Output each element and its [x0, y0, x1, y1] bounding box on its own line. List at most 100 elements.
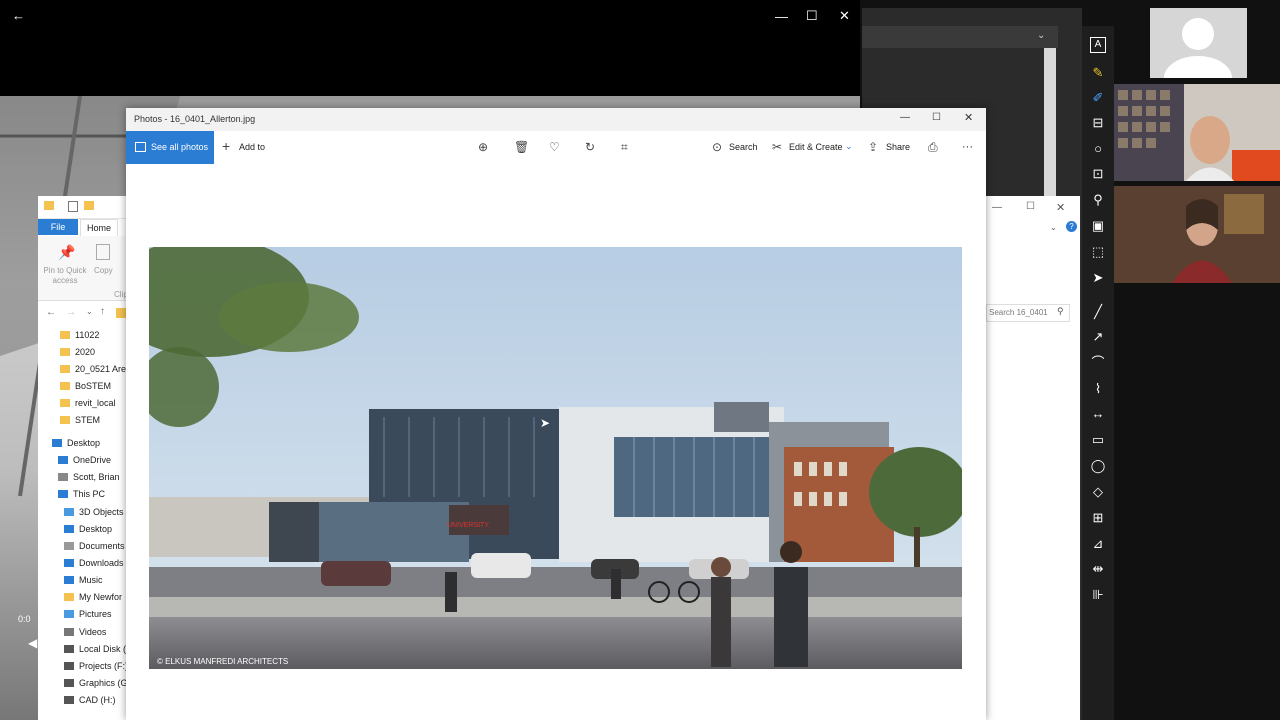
edit-create-icon[interactable]: ✂ [772, 140, 782, 154]
window-title: Photos - 16_0401_Allerton.jpg [134, 114, 256, 124]
photos-icon [135, 142, 146, 152]
pen-tool-icon[interactable]: ✐ [1088, 89, 1108, 107]
maximize-button[interactable]: ☐ [1026, 201, 1035, 212]
maximize-button[interactable]: ☐ [932, 112, 941, 123]
rectangle-tool-icon[interactable]: ▭ [1088, 431, 1108, 449]
copy-label[interactable]: Copy [94, 266, 113, 275]
volume-icon[interactable]: ◀ [28, 636, 37, 650]
crop-tool-icon[interactable]: ⬚ [1088, 243, 1108, 261]
nav-item[interactable]: Documents [64, 541, 125, 557]
select-tool-icon[interactable]: ➤ [1088, 269, 1108, 287]
edit-create-button[interactable]: Edit & Create [789, 142, 843, 152]
nav-item[interactable]: My Newfor [64, 592, 122, 608]
heart-icon[interactable]: ♡ [549, 140, 560, 154]
minimize-button[interactable]: — [992, 202, 1002, 213]
forward-arrow-icon[interactable]: → [66, 307, 76, 318]
crop-icon[interactable]: ⌗ [621, 140, 628, 155]
nav-item[interactable]: OneDrive [58, 455, 111, 471]
delete-icon[interactable]: 🗑 [514, 140, 529, 154]
nav-item[interactable]: CAD (H:) [64, 695, 116, 711]
measure-tool-icon[interactable]: ↔ [1088, 405, 1108, 423]
scrollbar[interactable] [1044, 48, 1056, 198]
perimeter-tool-icon[interactable]: ⊿ [1088, 535, 1108, 553]
nav-item[interactable]: Desktop [64, 524, 112, 540]
close-button[interactable]: ✕ [839, 8, 850, 24]
participant-tile-placeholder[interactable] [1150, 8, 1247, 100]
add-to-button[interactable]: Add to [239, 142, 265, 152]
add-icon[interactable]: + [222, 138, 230, 154]
pin-label[interactable]: Pin to Quick access [42, 266, 88, 286]
nav-item[interactable]: Projects (F:) [64, 661, 128, 677]
nav-item[interactable]: Pictures [64, 609, 112, 625]
nav-item[interactable]: Downloads [64, 558, 124, 574]
nav-item-label: Music [79, 575, 103, 585]
callout-tool-icon[interactable]: ⊡ [1088, 165, 1108, 183]
maximize-button[interactable]: ☐ [806, 8, 818, 24]
tab-home[interactable]: Home [80, 219, 118, 236]
copy-icon[interactable] [96, 244, 110, 260]
chevron-down-icon[interactable]: ⌄ [845, 141, 853, 152]
close-button[interactable]: ✕ [1056, 201, 1065, 214]
recent-chevron-icon[interactable]: ⌄ [86, 307, 93, 316]
zoom-icon[interactable]: ⊕ [478, 140, 488, 154]
text-tool-icon[interactable]: A [1090, 37, 1106, 53]
share-button[interactable]: Share [886, 142, 910, 152]
count-tool-icon[interactable]: ⊪ [1088, 586, 1108, 604]
search-input[interactable]: Search 16_0401 ⚲ [986, 304, 1070, 322]
nav-item[interactable]: Desktop [52, 438, 100, 454]
participant-tile-presenter[interactable] [1114, 84, 1280, 181]
minimize-button[interactable]: — [775, 9, 788, 24]
polygon-tool-icon[interactable]: ◇ [1088, 483, 1108, 501]
back-arrow-icon[interactable]: ← [46, 307, 56, 318]
rotate-icon[interactable]: ↻ [585, 140, 595, 154]
nav-item-label: CAD (H:) [79, 695, 116, 705]
minimize-button[interactable]: — [900, 112, 910, 123]
area-tool-icon[interactable]: ⊞ [1088, 509, 1108, 527]
pin-icon[interactable]: 📌 [58, 244, 75, 261]
nav-item[interactable]: 2020 [60, 347, 95, 363]
properties-icon[interactable] [68, 201, 78, 212]
signature-tool-icon[interactable]: ⚲ [1088, 191, 1108, 209]
up-arrow-icon[interactable]: ↑ [100, 306, 105, 317]
new-folder-icon[interactable] [84, 201, 94, 210]
ribbon-chevron-icon[interactable]: ⌄ [1050, 223, 1057, 232]
close-button[interactable]: ✕ [964, 111, 973, 124]
polyline-tool-icon[interactable]: ⌇ [1088, 380, 1108, 398]
stamp-tool-icon[interactable]: ⊟ [1088, 114, 1108, 132]
back-button[interactable]: ← [12, 8, 25, 23]
dimension-tool-icon[interactable]: ⇹ [1088, 560, 1108, 578]
nav-item[interactable]: 11022 [60, 330, 99, 346]
arrow-tool-icon[interactable]: ↗ [1088, 328, 1108, 346]
nav-item[interactable]: BoSTEM [60, 381, 111, 397]
disk-icon [64, 696, 74, 704]
nav-item-label: Desktop [67, 438, 101, 448]
nav-item[interactable]: 20_0521 Area [60, 364, 131, 380]
see-all-photos-button[interactable]: See all photos [126, 131, 214, 164]
image-tool-icon[interactable]: ▣ [1088, 217, 1108, 235]
shape-tool-icon[interactable]: ○ [1088, 140, 1108, 158]
nav-item-label: This PC [73, 489, 106, 499]
share-icon[interactable]: ⇪ [868, 140, 878, 154]
chevron-down-icon[interactable]: ⌄ [1037, 30, 1045, 41]
nav-item[interactable]: Scott, Brian [58, 472, 120, 488]
nav-item[interactable]: Videos [64, 627, 106, 643]
line-tool-icon[interactable]: ╱ [1088, 303, 1108, 321]
tab-file[interactable]: File [38, 219, 78, 235]
more-options-button[interactable]: ··· [962, 141, 973, 153]
nav-item[interactable]: Music [64, 575, 103, 591]
search-icon[interactable]: ⊙ [712, 140, 722, 154]
nav-item[interactable]: This PC [58, 489, 105, 505]
arc-tool-icon[interactable]: ⌒ [1088, 354, 1108, 372]
nav-item[interactable]: STEM [60, 415, 100, 431]
nav-item[interactable]: 3D Objects [64, 507, 124, 523]
highlight-tool-icon[interactable]: ✎ [1088, 64, 1108, 82]
participant-tile-guest[interactable] [1114, 186, 1280, 283]
download-icon [64, 559, 74, 567]
nav-item[interactable]: Graphics (G [64, 678, 128, 694]
help-icon[interactable]: ? [1066, 221, 1077, 232]
print-icon[interactable]: ⎙ [928, 140, 938, 155]
nav-item[interactable]: revit_local [60, 398, 116, 414]
search-button[interactable]: Search [729, 142, 758, 152]
nav-item[interactable]: Local Disk ( [64, 644, 126, 660]
ellipse-tool-icon[interactable]: ◯ [1088, 457, 1108, 475]
